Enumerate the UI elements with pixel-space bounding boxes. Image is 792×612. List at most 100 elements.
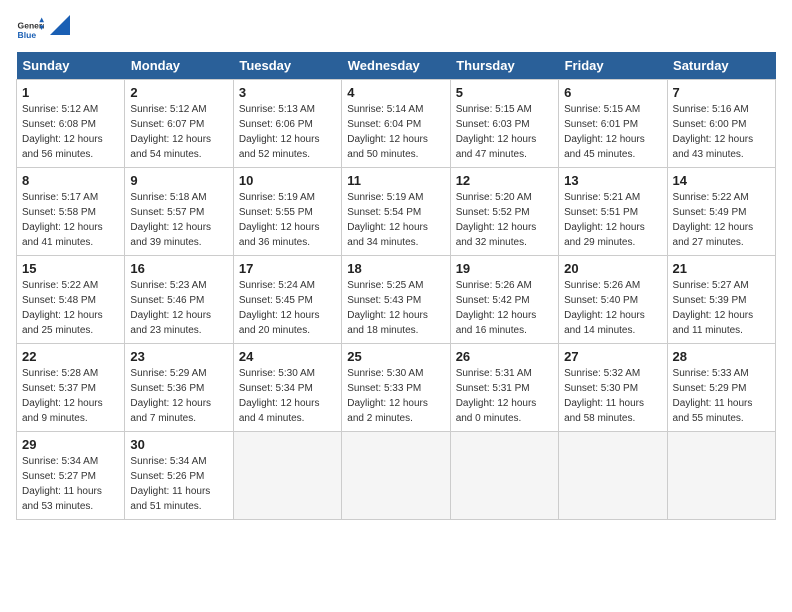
day-info-15: Sunrise: 5:22 AM Sunset: 5:48 PM Dayligh…	[22, 278, 119, 338]
day-number-1: 1	[22, 85, 119, 100]
day-cell-1: 1 Sunrise: 5:12 AM Sunset: 6:08 PM Daylig…	[17, 80, 125, 168]
day-number-15: 15	[22, 261, 119, 276]
day-number-6: 6	[564, 85, 661, 100]
day-info-23: Sunrise: 5:29 AM Sunset: 5:36 PM Dayligh…	[130, 366, 227, 426]
day-cell-3: 3 Sunrise: 5:13 AM Sunset: 6:06 PM Daylig…	[233, 80, 341, 168]
day-number-12: 12	[456, 173, 553, 188]
day-cell-11: 11 Sunrise: 5:19 AM Sunset: 5:54 PM Dayli…	[342, 168, 450, 256]
day-number-30: 30	[130, 437, 227, 452]
day-info-14: Sunrise: 5:22 AM Sunset: 5:49 PM Dayligh…	[673, 190, 770, 250]
day-info-8: Sunrise: 5:17 AM Sunset: 5:58 PM Dayligh…	[22, 190, 119, 250]
day-number-8: 8	[22, 173, 119, 188]
col-friday: Friday	[559, 52, 667, 80]
day-cell-7: 7 Sunrise: 5:16 AM Sunset: 6:00 PM Daylig…	[667, 80, 775, 168]
day-info-21: Sunrise: 5:27 AM Sunset: 5:39 PM Dayligh…	[673, 278, 770, 338]
day-number-28: 28	[673, 349, 770, 364]
day-cell-18: 18 Sunrise: 5:25 AM Sunset: 5:43 PM Dayli…	[342, 256, 450, 344]
days-of-week-row: Sunday Monday Tuesday Wednesday Thursday…	[17, 52, 776, 80]
week-row-3: 15 Sunrise: 5:22 AM Sunset: 5:48 PM Dayli…	[17, 256, 776, 344]
day-info-1: Sunrise: 5:12 AM Sunset: 6:08 PM Dayligh…	[22, 102, 119, 162]
day-cell-20: 20 Sunrise: 5:26 AM Sunset: 5:40 PM Dayli…	[559, 256, 667, 344]
header: General Blue	[16, 16, 776, 44]
day-cell-21: 21 Sunrise: 5:27 AM Sunset: 5:39 PM Dayli…	[667, 256, 775, 344]
col-thursday: Thursday	[450, 52, 558, 80]
day-cell-23: 23 Sunrise: 5:29 AM Sunset: 5:36 PM Dayli…	[125, 344, 233, 432]
day-info-30: Sunrise: 5:34 AM Sunset: 5:26 PM Dayligh…	[130, 454, 227, 514]
logo: General Blue	[16, 16, 70, 44]
week-row-5: 29 Sunrise: 5:34 AM Sunset: 5:27 PM Dayli…	[17, 432, 776, 520]
day-number-19: 19	[456, 261, 553, 276]
day-info-19: Sunrise: 5:26 AM Sunset: 5:42 PM Dayligh…	[456, 278, 553, 338]
day-info-18: Sunrise: 5:25 AM Sunset: 5:43 PM Dayligh…	[347, 278, 444, 338]
day-number-5: 5	[456, 85, 553, 100]
day-info-26: Sunrise: 5:31 AM Sunset: 5:31 PM Dayligh…	[456, 366, 553, 426]
day-number-22: 22	[22, 349, 119, 364]
col-tuesday: Tuesday	[233, 52, 341, 80]
day-cell-26: 26Sunrise: 5:31 AM Sunset: 5:31 PM Dayli…	[450, 344, 558, 432]
day-cell-25: 25 Sunrise: 5:30 AM Sunset: 5:33 PM Dayli…	[342, 344, 450, 432]
empty-cell	[342, 432, 450, 520]
week-row-1: 1 Sunrise: 5:12 AM Sunset: 6:08 PM Daylig…	[17, 80, 776, 168]
day-number-17: 17	[239, 261, 336, 276]
day-number-16: 16	[130, 261, 227, 276]
day-info-20: Sunrise: 5:26 AM Sunset: 5:40 PM Dayligh…	[564, 278, 661, 338]
day-cell-24: 24Sunrise: 5:30 AM Sunset: 5:34 PM Dayli…	[233, 344, 341, 432]
day-info-29: Sunrise: 5:34 AM Sunset: 5:27 PM Dayligh…	[22, 454, 119, 514]
day-cell-5: 5Sunrise: 5:15 AM Sunset: 6:03 PM Daylig…	[450, 80, 558, 168]
day-cell-13: 13 Sunrise: 5:21 AM Sunset: 5:51 PM Dayli…	[559, 168, 667, 256]
week-row-2: 8 Sunrise: 5:17 AM Sunset: 5:58 PM Daylig…	[17, 168, 776, 256]
col-wednesday: Wednesday	[342, 52, 450, 80]
day-number-4: 4	[347, 85, 444, 100]
day-cell-12: 12Sunrise: 5:20 AM Sunset: 5:52 PM Dayli…	[450, 168, 558, 256]
day-number-11: 11	[347, 173, 444, 188]
day-number-25: 25	[347, 349, 444, 364]
day-cell-28: 28 Sunrise: 5:33 AM Sunset: 5:29 PM Dayli…	[667, 344, 775, 432]
day-cell-29: 29 Sunrise: 5:34 AM Sunset: 5:27 PM Dayli…	[17, 432, 125, 520]
col-sunday: Sunday	[17, 52, 125, 80]
day-cell-2: 2 Sunrise: 5:12 AM Sunset: 6:07 PM Daylig…	[125, 80, 233, 168]
col-monday: Monday	[125, 52, 233, 80]
day-info-28: Sunrise: 5:33 AM Sunset: 5:29 PM Dayligh…	[673, 366, 770, 426]
day-info-11: Sunrise: 5:19 AM Sunset: 5:54 PM Dayligh…	[347, 190, 444, 250]
day-cell-22: 22 Sunrise: 5:28 AM Sunset: 5:37 PM Dayli…	[17, 344, 125, 432]
empty-cell	[233, 432, 341, 520]
day-number-7: 7	[673, 85, 770, 100]
day-cell-15: 15 Sunrise: 5:22 AM Sunset: 5:48 PM Dayli…	[17, 256, 125, 344]
day-number-27: 27	[564, 349, 661, 364]
day-cell-6: 6Sunrise: 5:15 AM Sunset: 6:01 PM Daylig…	[559, 80, 667, 168]
day-number-14: 14	[673, 173, 770, 188]
day-number-20: 20	[564, 261, 661, 276]
empty-cell	[667, 432, 775, 520]
day-info-2: Sunrise: 5:12 AM Sunset: 6:07 PM Dayligh…	[130, 102, 227, 162]
day-info-9: Sunrise: 5:18 AM Sunset: 5:57 PM Dayligh…	[130, 190, 227, 250]
day-number-3: 3	[239, 85, 336, 100]
day-cell-14: 14 Sunrise: 5:22 AM Sunset: 5:49 PM Dayli…	[667, 168, 775, 256]
day-cell-16: 16 Sunrise: 5:23 AM Sunset: 5:46 PM Dayli…	[125, 256, 233, 344]
day-cell-8: 8 Sunrise: 5:17 AM Sunset: 5:58 PM Daylig…	[17, 168, 125, 256]
empty-cell	[559, 432, 667, 520]
empty-cell	[450, 432, 558, 520]
day-number-2: 2	[130, 85, 227, 100]
day-number-18: 18	[347, 261, 444, 276]
day-info-17: Sunrise: 5:24 AM Sunset: 5:45 PM Dayligh…	[239, 278, 336, 338]
day-number-29: 29	[22, 437, 119, 452]
day-info-27: Sunrise: 5:32 AM Sunset: 5:30 PM Dayligh…	[564, 366, 661, 426]
day-number-21: 21	[673, 261, 770, 276]
day-info-7: Sunrise: 5:16 AM Sunset: 6:00 PM Dayligh…	[673, 102, 770, 162]
day-number-9: 9	[130, 173, 227, 188]
day-cell-19: 19 Sunrise: 5:26 AM Sunset: 5:42 PM Dayli…	[450, 256, 558, 344]
day-info-25: Sunrise: 5:30 AM Sunset: 5:33 PM Dayligh…	[347, 366, 444, 426]
day-info-24: Sunrise: 5:30 AM Sunset: 5:34 PM Dayligh…	[239, 366, 336, 426]
day-number-10: 10	[239, 173, 336, 188]
svg-text:Blue: Blue	[18, 30, 37, 40]
day-info-3: Sunrise: 5:13 AM Sunset: 6:06 PM Dayligh…	[239, 102, 336, 162]
day-info-4: Sunrise: 5:14 AM Sunset: 6:04 PM Dayligh…	[347, 102, 444, 162]
calendar-table: Sunday Monday Tuesday Wednesday Thursday…	[16, 52, 776, 520]
day-number-13: 13	[564, 173, 661, 188]
day-info-16: Sunrise: 5:23 AM Sunset: 5:46 PM Dayligh…	[130, 278, 227, 338]
day-info-22: Sunrise: 5:28 AM Sunset: 5:37 PM Dayligh…	[22, 366, 119, 426]
day-cell-9: 9 Sunrise: 5:18 AM Sunset: 5:57 PM Daylig…	[125, 168, 233, 256]
day-info-13: Sunrise: 5:21 AM Sunset: 5:51 PM Dayligh…	[564, 190, 661, 250]
day-number-23: 23	[130, 349, 227, 364]
day-cell-4: 4 Sunrise: 5:14 AM Sunset: 6:04 PM Daylig…	[342, 80, 450, 168]
